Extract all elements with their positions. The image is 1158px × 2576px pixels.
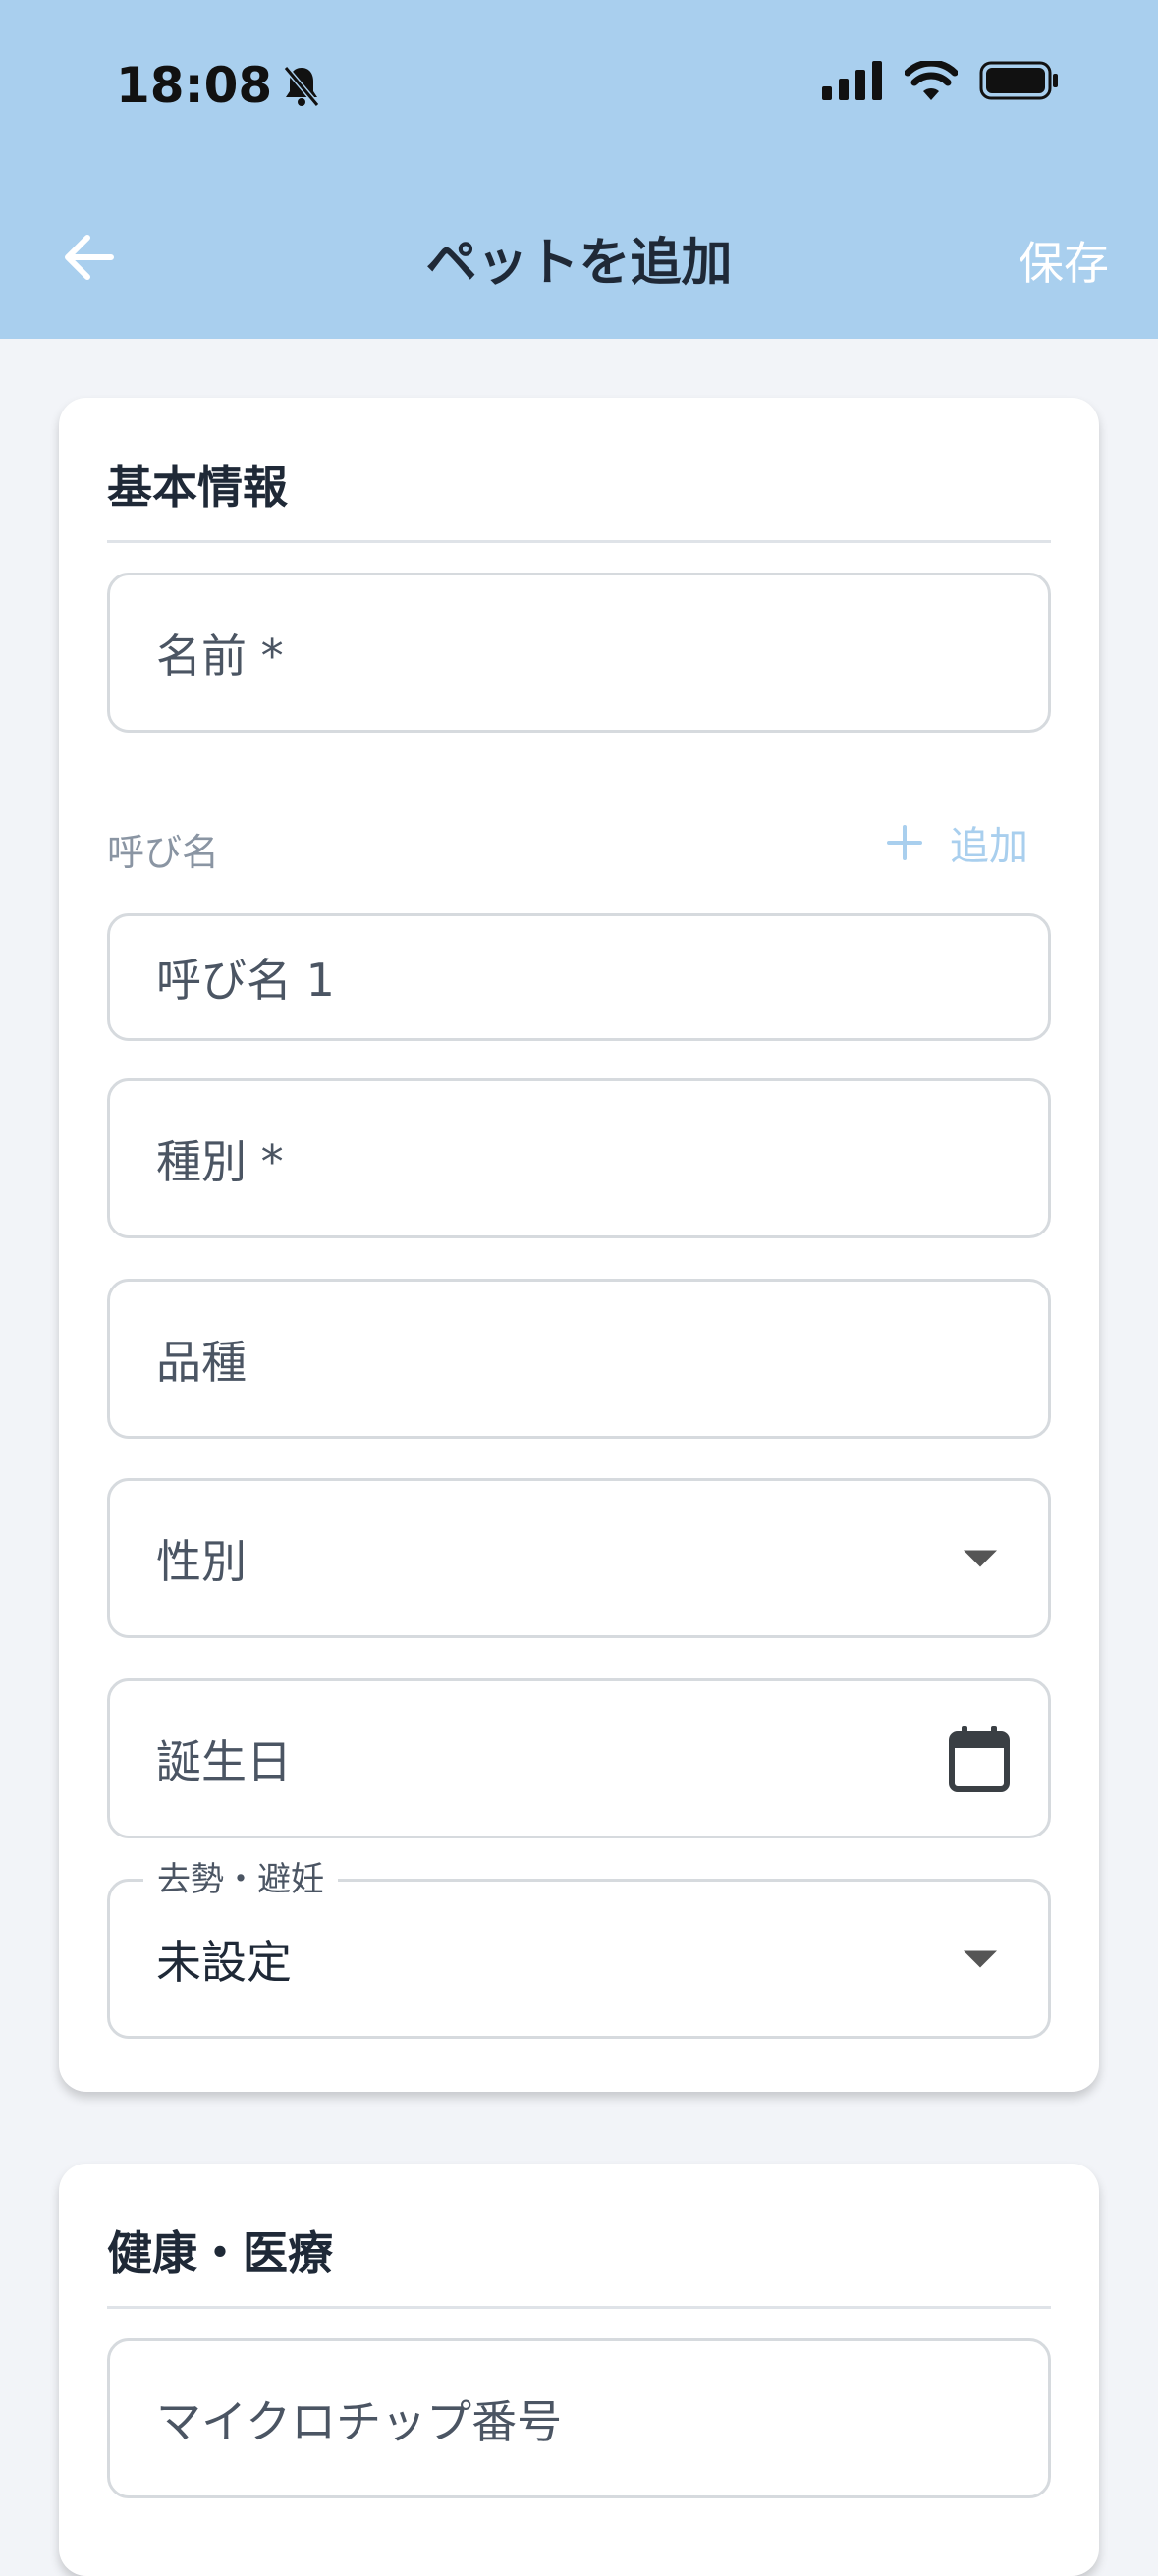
battery-icon	[979, 61, 1058, 100]
sex-select[interactable]: 性別	[107, 1478, 1051, 1638]
status-time: 18:08	[116, 57, 321, 114]
species-field[interactable]: 種別 *	[107, 1078, 1051, 1238]
nickname-placeholder: 呼び名 1	[156, 954, 335, 1007]
chevron-down-icon	[964, 1950, 997, 1967]
clock-text: 18:08	[116, 57, 273, 114]
add-nickname-button[interactable]: 追加	[887, 814, 1028, 871]
sex-placeholder: 性別	[156, 1534, 247, 1588]
chevron-down-icon	[964, 1550, 997, 1566]
section-title-basic-info: 基本情報	[107, 461, 288, 514]
signal-icon	[822, 61, 882, 100]
species-placeholder: 種別 *	[156, 1134, 284, 1188]
neuter-select[interactable]: 去勢・避妊 未設定	[107, 1852, 1051, 2039]
page-title: ペットを追加	[425, 234, 733, 293]
nickname-field[interactable]: 呼び名 1	[107, 913, 1051, 1041]
status-indicators	[822, 61, 1060, 100]
birthday-placeholder: 誕生日	[156, 1734, 292, 1788]
wifi-icon	[905, 61, 958, 100]
microchip-placeholder: マイクロチップ番号	[156, 2394, 563, 2448]
section-divider	[107, 540, 1051, 543]
breed-placeholder: 品種	[156, 1335, 247, 1389]
neuter-label: 去勢・避妊	[143, 1852, 338, 1900]
neuter-value: 未設定	[156, 1935, 292, 1989]
plus-icon	[887, 825, 922, 860]
calendar-icon[interactable]	[948, 1725, 1011, 1793]
add-nickname-label: 追加	[950, 824, 1028, 869]
breed-field[interactable]: 品種	[107, 1279, 1051, 1439]
nickname-label: 呼び名	[107, 831, 220, 874]
section-divider	[107, 2306, 1051, 2309]
basic-info-card: 基本情報 名前 * 呼び名 追加 呼び名 1 種別 * 品種 性別 誕生日 去勢…	[59, 398, 1099, 2092]
microchip-field[interactable]: マイクロチップ番号	[107, 2338, 1051, 2498]
section-title-health: 健康・医療	[107, 2226, 333, 2279]
health-card: 健康・医療 マイクロチップ番号	[59, 2164, 1099, 2576]
name-field[interactable]: 名前 *	[107, 573, 1051, 733]
app-bar: 18:08 ペットを追加 保存	[0, 0, 1158, 339]
save-button[interactable]: 保存	[1019, 228, 1109, 293]
bell-off-icon	[283, 66, 320, 107]
birthday-field[interactable]: 誕生日	[107, 1678, 1051, 1838]
name-placeholder: 名前 *	[156, 629, 284, 683]
